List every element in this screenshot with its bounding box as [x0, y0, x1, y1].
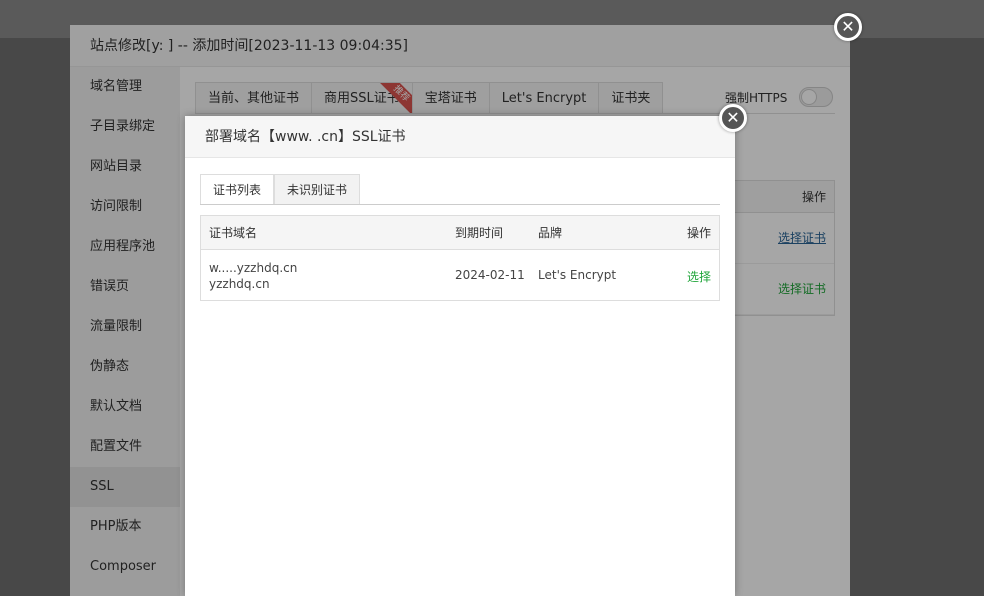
- cert-list-table: 证书域名 到期时间 品牌 操作 w.....yzzhdq.cn yzzhdq.c…: [200, 215, 720, 301]
- col-brand: 品牌: [538, 226, 563, 240]
- cert-domain-line: w.....yzzhdq.cn: [209, 261, 298, 275]
- deploy-cert-title: 部署域名【www. .cn】SSL证书: [185, 116, 735, 158]
- close-icon[interactable]: ✕: [834, 13, 862, 41]
- close-icon[interactable]: ✕: [719, 104, 747, 132]
- tab-cert-list[interactable]: 证书列表: [200, 174, 275, 205]
- deploy-tabs: 证书列表 未识别证书: [200, 174, 361, 205]
- select-cert-link[interactable]: 选择: [687, 268, 711, 285]
- cert-domain-line: yzzhdq.cn: [209, 277, 270, 291]
- col-cert-domain: 证书域名: [209, 226, 258, 240]
- cert-table-header: 证书域名 到期时间 品牌 操作: [201, 216, 719, 250]
- col-action: 操作: [686, 226, 711, 240]
- col-expiry: 到期时间: [455, 226, 504, 240]
- cert-expiry: 2024-02-11: [455, 268, 525, 282]
- cert-brand: Let's Encrypt: [538, 268, 617, 282]
- tab-unrecognized-certs[interactable]: 未识别证书: [274, 174, 361, 205]
- deploy-cert-dialog: 部署域名【www. .cn】SSL证书 证书列表 未识别证书 证书域名 到期时间…: [185, 116, 735, 596]
- deploy-tabs-underline: [200, 204, 720, 205]
- cert-domains: w.....yzzhdq.cn yzzhdq.cn: [209, 260, 297, 292]
- table-row: w.....yzzhdq.cn yzzhdq.cn 2024-02-11 Let…: [201, 250, 719, 300]
